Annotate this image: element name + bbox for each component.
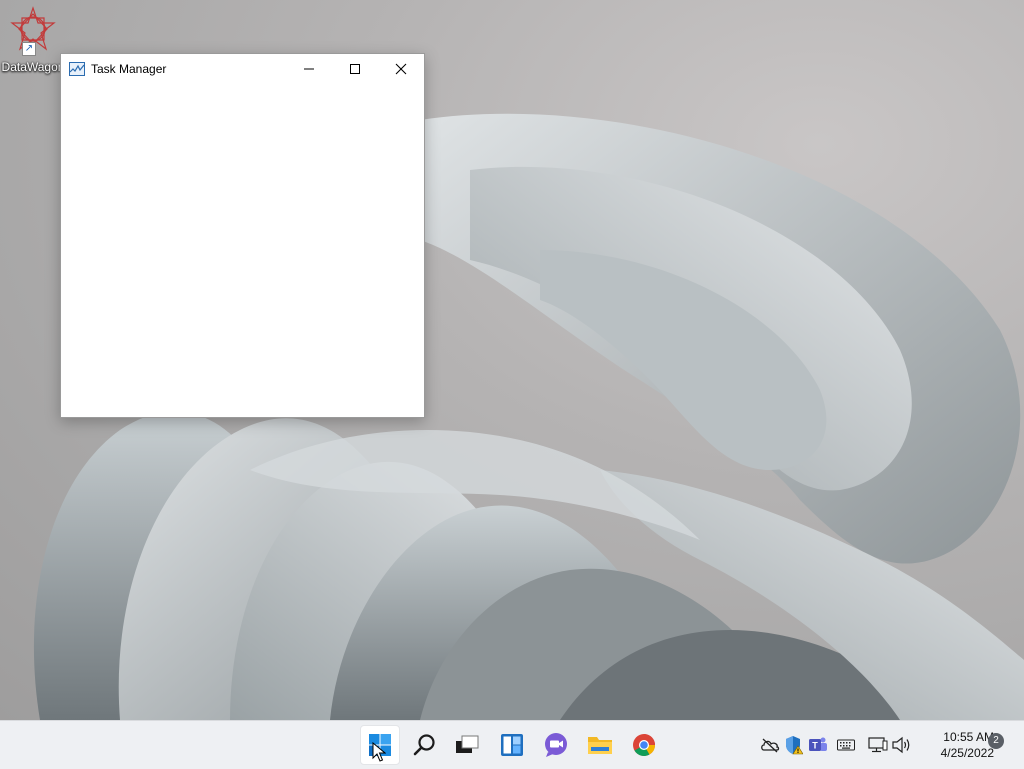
volume-icon (892, 736, 910, 754)
security-warning-icon (786, 736, 803, 755)
keyboard-icon (837, 739, 855, 751)
clock-date: 4/25/2022 (940, 746, 994, 760)
keyboard-tray-button[interactable] (836, 735, 856, 755)
file-explorer-button[interactable] (580, 725, 620, 765)
datawagon-logo-icon: ↗ (10, 6, 56, 56)
network-tray-button[interactable] (868, 735, 888, 755)
onedrive-offline-icon (761, 738, 780, 753)
security-tray-button[interactable] (784, 735, 804, 755)
onedrive-tray-button[interactable] (760, 735, 780, 755)
teams-icon: T (809, 737, 827, 751)
search-button[interactable] (405, 725, 445, 765)
notification-badge[interactable]: 2 (988, 733, 1004, 749)
teams-tray-button[interactable]: T (808, 735, 828, 755)
desktop-icon-label: DataWagon (1, 60, 65, 74)
task-view-icon (456, 735, 479, 753)
search-icon (413, 734, 435, 756)
chrome-button[interactable] (624, 725, 664, 765)
widgets-button[interactable] (492, 725, 532, 765)
folder-icon (588, 737, 612, 754)
close-icon (395, 63, 407, 75)
maximize-icon (350, 64, 360, 74)
mouse-cursor-icon (372, 742, 386, 762)
minimize-icon (304, 68, 314, 70)
clock-time: 10:55 AM (943, 730, 994, 744)
close-button[interactable] (378, 54, 424, 84)
minimize-button[interactable] (286, 54, 332, 84)
maximize-button[interactable] (332, 54, 378, 84)
clock-button[interactable]: 10:55 AM 4/25/2022 (918, 729, 994, 761)
task-manager-window[interactable]: Task Manager (60, 53, 425, 418)
taskbar: T 10:55 AM 4/25/2022 2 (0, 720, 1024, 769)
chrome-icon (633, 734, 655, 756)
shortcut-arrow-icon: ↗ (22, 42, 36, 56)
task-view-button[interactable] (447, 725, 487, 765)
widgets-icon (501, 734, 523, 756)
volume-tray-button[interactable] (892, 735, 912, 755)
network-icon (868, 737, 888, 753)
svg-text:T: T (812, 741, 818, 751)
task-manager-icon (69, 62, 85, 76)
desktop-icon-datawagon[interactable]: ↗ DataWagon (2, 6, 64, 78)
teams-chat-icon (545, 733, 567, 757)
chat-button[interactable] (536, 725, 576, 765)
window-title: Task Manager (91, 62, 167, 76)
